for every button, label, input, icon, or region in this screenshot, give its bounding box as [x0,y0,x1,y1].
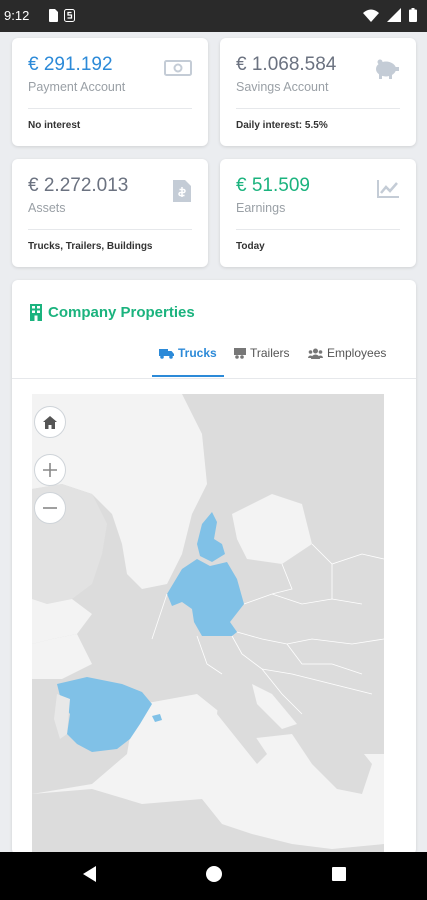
card-label: Assets [28,201,66,215]
card-footer: No interest [28,120,81,131]
invoice-icon [173,180,191,202]
payment-account-card[interactable]: € 291.192 Payment Account No interest [12,38,208,146]
s-icon [64,9,75,22]
map-zoom-out-button[interactable] [34,492,66,524]
tab-employees[interactable]: Employees [308,346,386,360]
zoom-out-icon [43,507,57,509]
card-label: Payment Account [28,80,126,94]
signal-icon [387,8,401,22]
piggy-bank-icon [376,59,399,79]
card-footer: Trucks, Trailers, Buildings [28,241,153,252]
status-bar: 9:12 [0,0,427,32]
home-nav-icon[interactable] [205,864,223,884]
system-icons [363,8,417,22]
card-amount: € 2.272.013 [28,175,129,196]
map-home-button[interactable] [34,406,66,438]
tab-trailers[interactable]: Trailers [234,346,290,360]
truck-icon [159,348,174,359]
card-footer: Today [236,241,265,252]
cash-icon [164,60,192,76]
card-amount: € 51.509 [236,175,310,196]
property-tabs: Trucks Trailers Employees [12,340,416,379]
chart-line-icon [377,180,399,198]
system-navigation-bar [0,852,427,900]
card-divider [28,229,192,230]
savings-account-card[interactable]: € 1.068.584 Savings Account Daily intere… [220,38,416,146]
earnings-card[interactable]: € 51.509 Earnings Today [220,159,416,267]
zoom-in-icon [43,463,57,477]
building-icon [30,304,42,321]
tab-label: Employees [327,346,387,360]
card-amount: € 1.068.584 [236,54,337,75]
panel-header: Company Properties [30,304,195,321]
recents-icon[interactable] [330,864,348,884]
battery-icon [409,8,417,22]
wifi-icon [363,9,379,22]
map-zoom-in-button[interactable] [34,454,66,486]
tab-trucks[interactable]: Trucks [159,346,217,360]
card-divider [236,108,400,109]
card-divider [28,108,192,109]
card-label: Earnings [236,201,286,215]
tab-label: Trucks [178,346,217,360]
card-amount: € 291.192 [28,54,113,75]
panel-title: Company Properties [48,304,195,321]
company-properties-panel: Company Properties Trucks Trailers Emplo… [12,280,416,855]
europe-map[interactable] [32,394,385,855]
tab-label: Trailers [250,346,290,360]
active-tab-indicator [152,375,224,377]
back-icon[interactable] [80,864,98,884]
card-footer: Daily interest: 5.5% [236,120,328,131]
trailer-icon [234,347,246,359]
status-time: 9:12 [4,8,30,23]
sim-icon [49,9,58,22]
notification-icons [48,9,75,22]
card-label: Savings Account [236,80,329,94]
users-icon [308,348,323,359]
card-divider [236,229,400,230]
map-canvas[interactable] [32,394,385,855]
assets-card[interactable]: € 2.272.013 Assets Trucks, Trailers, Bui… [12,159,208,267]
home-icon [43,415,57,429]
